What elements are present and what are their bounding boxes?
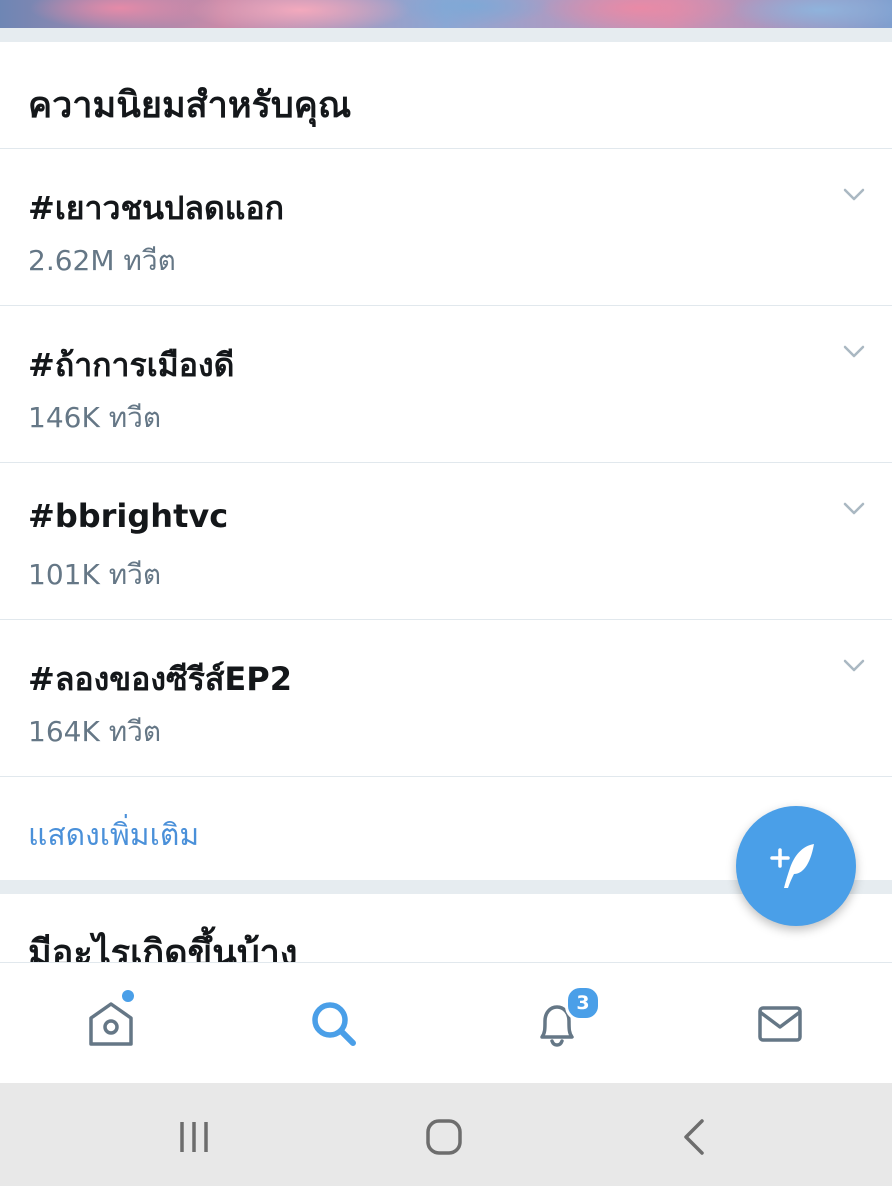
section-separator	[0, 28, 892, 42]
chevron-down-icon[interactable]	[842, 344, 866, 360]
bottom-navigation-bar: 3	[0, 962, 892, 1084]
profile-banner-image	[0, 0, 892, 28]
trends-section-title: ความนิยมสำหรับคุณ	[28, 85, 352, 126]
trend-name: #ถ้าการเมืองดี	[28, 346, 235, 384]
nav-search[interactable]	[223, 963, 446, 1084]
search-icon	[312, 1002, 356, 1046]
show-more-link[interactable]: แสดงเพิ่มเติม	[28, 812, 199, 859]
trend-name: #ลองของซีรีส์EP2	[28, 660, 292, 698]
chevron-down-icon[interactable]	[842, 187, 866, 203]
divider	[0, 776, 892, 777]
recent-apps-icon	[180, 1122, 208, 1152]
nav-notifications[interactable]: 3	[446, 963, 669, 1084]
trend-tweet-count: 146K ทวีต	[28, 401, 162, 434]
trend-tweet-count: 101K ทวีต	[28, 558, 162, 591]
trend-name: #เยาวชนปลดแอก	[28, 189, 284, 227]
nav-messages[interactable]	[669, 963, 892, 1084]
trend-item[interactable]: #ถ้าการเมืองดี 146K ทวีต	[0, 306, 892, 462]
system-navigation-bar	[0, 1083, 892, 1186]
trend-name: #bbrightvc	[28, 497, 229, 535]
trend-tweet-count: 2.62M ทวีต	[28, 244, 176, 277]
notification-count-badge: 3	[565, 985, 601, 1021]
trend-item[interactable]: #เยาวชนปลดแอก 2.62M ทวีต	[0, 149, 892, 305]
trend-item[interactable]: #ลองของซีรีส์EP2 164K ทวีต	[0, 620, 892, 776]
system-home-button[interactable]	[384, 1083, 504, 1186]
back-button[interactable]	[634, 1083, 754, 1186]
back-icon	[684, 1119, 704, 1155]
whats-happening-title: มีอะไรเกิดขึ้นบ้าง	[28, 933, 298, 962]
new-activity-dot	[122, 990, 134, 1002]
home-icon	[89, 1002, 133, 1046]
chevron-down-icon[interactable]	[842, 501, 866, 517]
chevron-down-icon[interactable]	[842, 658, 866, 674]
compose-tweet-button[interactable]	[736, 806, 856, 926]
compose-tweet-icon	[770, 844, 814, 888]
home-button-icon	[426, 1119, 462, 1155]
messages-envelope-icon	[758, 1006, 802, 1042]
trend-tweet-count: 164K ทวีต	[28, 715, 162, 748]
trend-item[interactable]: #bbrightvc 101K ทวีต	[0, 463, 892, 619]
nav-home[interactable]	[0, 963, 223, 1084]
recent-apps-button[interactable]	[134, 1083, 254, 1186]
